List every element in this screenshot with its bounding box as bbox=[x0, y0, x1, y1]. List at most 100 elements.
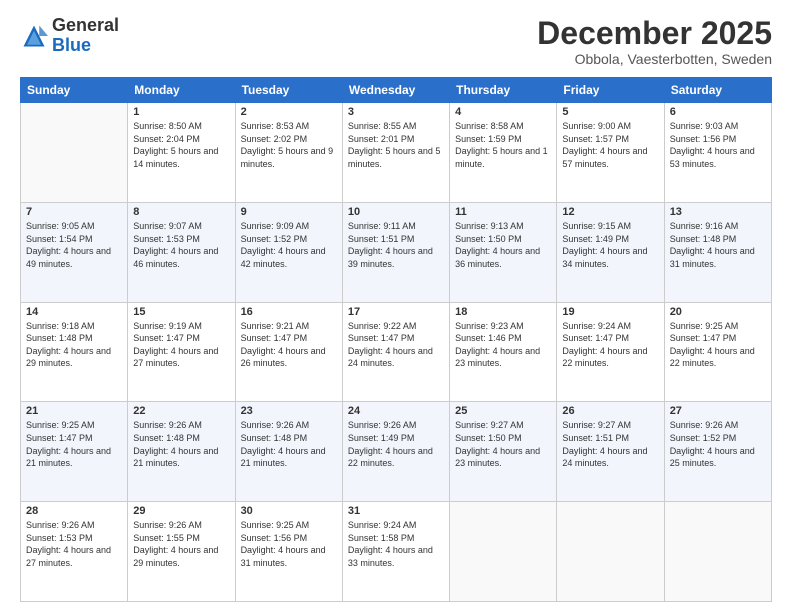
table-row: 16Sunrise: 9:21 AMSunset: 1:47 PMDayligh… bbox=[235, 302, 342, 402]
cell-info: Sunrise: 9:25 AMSunset: 1:56 PMDaylight:… bbox=[241, 519, 337, 569]
table-row bbox=[664, 502, 771, 602]
table-row: 3Sunrise: 8:55 AMSunset: 2:01 PMDaylight… bbox=[342, 103, 449, 203]
cell-info: Sunrise: 9:09 AMSunset: 1:52 PMDaylight:… bbox=[241, 220, 337, 270]
cell-info: Sunrise: 9:05 AMSunset: 1:54 PMDaylight:… bbox=[26, 220, 122, 270]
table-row: 23Sunrise: 9:26 AMSunset: 1:48 PMDayligh… bbox=[235, 402, 342, 502]
day-number: 15 bbox=[133, 306, 229, 318]
title-area: December 2025 Obbola, Vaesterbotten, Swe… bbox=[537, 16, 772, 67]
cell-info: Sunrise: 9:24 AMSunset: 1:47 PMDaylight:… bbox=[562, 320, 658, 370]
table-row: 4 Sunrise: 8:58 AMSunset: 1:59 PMDaylight… bbox=[450, 103, 557, 203]
table-row: 12Sunrise: 9:15 AMSunset: 1:49 PMDayligh… bbox=[557, 202, 664, 302]
month-title: December 2025 bbox=[537, 16, 772, 51]
day-number: 28 bbox=[26, 505, 122, 517]
table-row: 10 Sunrise: 9:11 AMSunset: 1:51 PMDayligh… bbox=[342, 202, 449, 302]
day-number: 6 bbox=[670, 106, 766, 118]
table-row: 24 Sunrise: 9:26 AMSunset: 1:49 PMDayligh… bbox=[342, 402, 449, 502]
cell-info: Sunrise: 9:26 AMSunset: 1:52 PMDaylight:… bbox=[670, 419, 766, 469]
cell-info: Sunrise: 9:27 AMSunset: 1:51 PMDaylight:… bbox=[562, 419, 658, 469]
table-row bbox=[557, 502, 664, 602]
logo-general: General bbox=[52, 15, 119, 35]
col-sunday: Sunday bbox=[21, 78, 128, 103]
day-number: 7 bbox=[26, 206, 122, 218]
calendar-header-row: Sunday Monday Tuesday Wednesday Thursday… bbox=[21, 78, 772, 103]
col-tuesday: Tuesday bbox=[235, 78, 342, 103]
table-row: 28 Sunrise: 9:26 AMSunset: 1:53 PMDayligh… bbox=[21, 502, 128, 602]
day-number: 3 bbox=[348, 106, 444, 118]
cell-info: Sunrise: 9:22 AMSunset: 1:47 PMDaylight:… bbox=[348, 320, 444, 370]
cell-info: Sunrise: 9:11 AMSunset: 1:51 PMDaylight:… bbox=[348, 220, 444, 270]
page: General Blue December 2025 Obbola, Vaest… bbox=[0, 0, 792, 612]
cell-info: Sunrise: 9:07 AMSunset: 1:53 PMDaylight:… bbox=[133, 220, 229, 270]
cell-info: Sunrise: 9:26 AMSunset: 1:53 PMDaylight:… bbox=[26, 519, 122, 569]
cell-info: Sunrise: 9:27 AMSunset: 1:50 PMDaylight:… bbox=[455, 419, 551, 469]
table-row: 22 Sunrise: 9:26 AMSunset: 1:48 PMDayligh… bbox=[128, 402, 235, 502]
calendar-week-4: 21 Sunrise: 9:25 AMSunset: 1:47 PMDayligh… bbox=[21, 402, 772, 502]
table-row: 9 Sunrise: 9:09 AMSunset: 1:52 PMDaylight… bbox=[235, 202, 342, 302]
table-row: 27 Sunrise: 9:26 AMSunset: 1:52 PMDayligh… bbox=[664, 402, 771, 502]
cell-info: Sunrise: 9:26 AMSunset: 1:48 PMDaylight:… bbox=[133, 419, 229, 469]
cell-info: Sunrise: 8:58 AMSunset: 1:59 PMDaylight:… bbox=[455, 120, 551, 170]
day-number: 12 bbox=[562, 206, 658, 218]
logo-icon bbox=[20, 22, 48, 50]
table-row: 11 Sunrise: 9:13 AMSunset: 1:50 PMDayligh… bbox=[450, 202, 557, 302]
day-number: 30 bbox=[241, 505, 337, 517]
table-row: 2Sunrise: 8:53 AMSunset: 2:02 PMDaylight… bbox=[235, 103, 342, 203]
cell-info: Sunrise: 9:23 AMSunset: 1:46 PMDaylight:… bbox=[455, 320, 551, 370]
day-number: 4 bbox=[455, 106, 551, 118]
table-row: 8 Sunrise: 9:07 AMSunset: 1:53 PMDaylight… bbox=[128, 202, 235, 302]
day-number: 10 bbox=[348, 206, 444, 218]
day-number: 2 bbox=[241, 106, 337, 118]
logo: General Blue bbox=[20, 16, 119, 56]
day-number: 24 bbox=[348, 405, 444, 417]
col-saturday: Saturday bbox=[664, 78, 771, 103]
table-row: 17 Sunrise: 9:22 AMSunset: 1:47 PMDayligh… bbox=[342, 302, 449, 402]
cell-info: Sunrise: 9:03 AMSunset: 1:56 PMDaylight:… bbox=[670, 120, 766, 170]
col-monday: Monday bbox=[128, 78, 235, 103]
day-number: 27 bbox=[670, 405, 766, 417]
table-row: 14 Sunrise: 9:18 AMSunset: 1:48 PMDayligh… bbox=[21, 302, 128, 402]
day-number: 9 bbox=[241, 206, 337, 218]
day-number: 22 bbox=[133, 405, 229, 417]
calendar-week-1: 1Sunrise: 8:50 AMSunset: 2:04 PMDaylight… bbox=[21, 103, 772, 203]
table-row: 19Sunrise: 9:24 AMSunset: 1:47 PMDayligh… bbox=[557, 302, 664, 402]
table-row bbox=[450, 502, 557, 602]
table-row: 6 Sunrise: 9:03 AMSunset: 1:56 PMDaylight… bbox=[664, 103, 771, 203]
day-number: 18 bbox=[455, 306, 551, 318]
day-number: 25 bbox=[455, 405, 551, 417]
day-number: 29 bbox=[133, 505, 229, 517]
col-friday: Friday bbox=[557, 78, 664, 103]
day-number: 26 bbox=[562, 405, 658, 417]
subtitle: Obbola, Vaesterbotten, Sweden bbox=[537, 51, 772, 67]
day-number: 5 bbox=[562, 106, 658, 118]
cell-info: Sunrise: 9:26 AMSunset: 1:49 PMDaylight:… bbox=[348, 419, 444, 469]
col-thursday: Thursday bbox=[450, 78, 557, 103]
day-number: 11 bbox=[455, 206, 551, 218]
calendar-table: Sunday Monday Tuesday Wednesday Thursday… bbox=[20, 77, 772, 602]
table-row: 15 Sunrise: 9:19 AMSunset: 1:47 PMDayligh… bbox=[128, 302, 235, 402]
day-number: 21 bbox=[26, 405, 122, 417]
cell-info: Sunrise: 9:13 AMSunset: 1:50 PMDaylight:… bbox=[455, 220, 551, 270]
table-row: 18 Sunrise: 9:23 AMSunset: 1:46 PMDayligh… bbox=[450, 302, 557, 402]
day-number: 14 bbox=[26, 306, 122, 318]
cell-info: Sunrise: 9:24 AMSunset: 1:58 PMDaylight:… bbox=[348, 519, 444, 569]
table-row: 7 Sunrise: 9:05 AMSunset: 1:54 PMDaylight… bbox=[21, 202, 128, 302]
cell-info: Sunrise: 9:25 AMSunset: 1:47 PMDaylight:… bbox=[26, 419, 122, 469]
table-row: 1Sunrise: 8:50 AMSunset: 2:04 PMDaylight… bbox=[128, 103, 235, 203]
day-number: 20 bbox=[670, 306, 766, 318]
cell-info: Sunrise: 9:21 AMSunset: 1:47 PMDaylight:… bbox=[241, 320, 337, 370]
calendar-week-5: 28 Sunrise: 9:26 AMSunset: 1:53 PMDayligh… bbox=[21, 502, 772, 602]
table-row: 21 Sunrise: 9:25 AMSunset: 1:47 PMDayligh… bbox=[21, 402, 128, 502]
table-row: 20Sunrise: 9:25 AMSunset: 1:47 PMDayligh… bbox=[664, 302, 771, 402]
cell-info: Sunrise: 9:18 AMSunset: 1:48 PMDaylight:… bbox=[26, 320, 122, 370]
calendar-week-3: 14 Sunrise: 9:18 AMSunset: 1:48 PMDayligh… bbox=[21, 302, 772, 402]
cell-info: Sunrise: 9:16 AMSunset: 1:48 PMDaylight:… bbox=[670, 220, 766, 270]
cell-info: Sunrise: 9:26 AMSunset: 1:55 PMDaylight:… bbox=[133, 519, 229, 569]
header: General Blue December 2025 Obbola, Vaest… bbox=[20, 16, 772, 67]
cell-info: Sunrise: 9:19 AMSunset: 1:47 PMDaylight:… bbox=[133, 320, 229, 370]
table-row: 31 Sunrise: 9:24 AMSunset: 1:58 PMDayligh… bbox=[342, 502, 449, 602]
day-number: 31 bbox=[348, 505, 444, 517]
table-row: 26 Sunrise: 9:27 AMSunset: 1:51 PMDayligh… bbox=[557, 402, 664, 502]
day-number: 13 bbox=[670, 206, 766, 218]
day-number: 17 bbox=[348, 306, 444, 318]
day-number: 8 bbox=[133, 206, 229, 218]
